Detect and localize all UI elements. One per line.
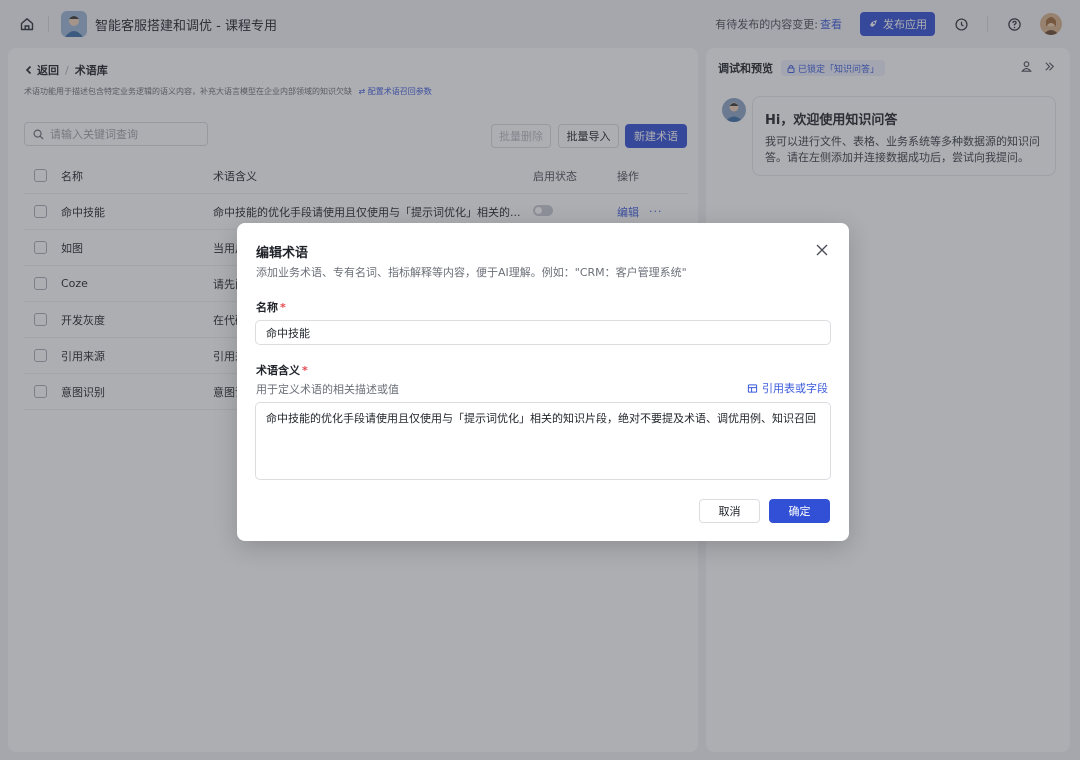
dialog-title: 编辑术语 <box>256 246 309 261</box>
close-icon[interactable] <box>813 241 831 259</box>
reference-link-label: 引用表或字段 <box>762 382 828 395</box>
required-mark: * <box>302 364 308 377</box>
meaning-field-label: 术语含义 * <box>256 362 308 378</box>
meaning-label-text: 术语含义 <box>256 364 300 377</box>
meaning-hint: 用于定义术语的相关描述或值 <box>256 383 399 396</box>
cancel-button[interactable]: 取消 <box>699 499 760 523</box>
edit-term-dialog: 编辑术语 添加业务术语、专有名词、指标解释等内容，便于AI理解。例如："CRM：… <box>237 223 849 541</box>
confirm-button[interactable]: 确定 <box>769 499 830 523</box>
reference-field-link[interactable]: 引用表或字段 <box>747 380 828 396</box>
meaning-textarea[interactable]: 命中技能的优化手段请使用且仅使用与「提示词优化」相关的知识片段，绝对不要提及术语… <box>255 402 831 480</box>
dialog-subtitle: 添加业务术语、专有名词、指标解释等内容，便于AI理解。例如："CRM：客户管理系… <box>256 266 687 279</box>
name-field-label: 名称 * <box>256 299 286 315</box>
name-label-text: 名称 <box>256 301 278 314</box>
name-input[interactable]: 命中技能 <box>255 320 831 345</box>
required-mark: * <box>280 301 286 314</box>
link-table-icon <box>747 383 758 393</box>
